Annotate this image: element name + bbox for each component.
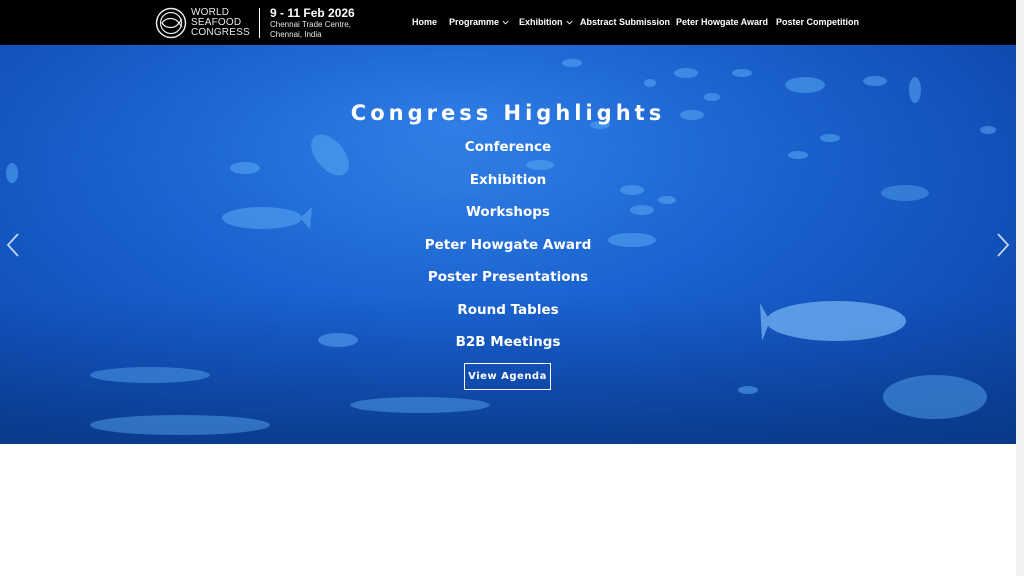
highlight-b2b-meetings: B2B Meetings [455, 334, 561, 350]
logo-text: WORLD SEAFOOD CONGRESS [191, 8, 250, 38]
highlight-workshops: Workshops [466, 204, 550, 220]
event-info: 9 - 11 Feb 2026 Chennai Trade Centre, Ch… [270, 6, 355, 40]
hero-title: Congress Highlights [350, 101, 666, 125]
fish-logo-icon [155, 7, 187, 39]
highlight-round-tables: Round Tables [457, 302, 559, 318]
logo-line-3: CONGRESS [191, 27, 250, 38]
highlight-poster-presentations: Poster Presentations [427, 269, 589, 285]
view-agenda-button[interactable]: View Agenda [464, 363, 551, 390]
nav-item-label: Exhibition [519, 17, 563, 27]
logo-divider [259, 8, 260, 38]
nav-item-abstract-submission[interactable]: Abstract Submission [580, 17, 670, 27]
event-date: 9 - 11 Feb 2026 [270, 6, 355, 20]
nav-item-label: Peter Howgate Award [676, 17, 769, 27]
nav-item-label: Abstract Submission [580, 17, 671, 27]
hero-slider: Congress Highlights Conference Exhibitio… [0, 45, 1016, 444]
chevron-right-icon[interactable] [995, 231, 1011, 259]
nav-item-label: Home [412, 17, 438, 27]
chevron-down-icon [502, 20, 509, 24]
nav-item-label: Programme [449, 17, 500, 27]
nav-item-peter-howgate-award[interactable]: Peter Howgate Award [676, 17, 768, 27]
nav-item-programme[interactable]: Programme [449, 17, 509, 27]
highlight-conference: Conference [464, 139, 552, 155]
top-navigation-bar: WORLD SEAFOOD CONGRESS 9 - 11 Feb 2026 C… [0, 0, 1016, 45]
chevron-down-icon [566, 20, 572, 24]
nav-item-exhibition[interactable]: Exhibition [519, 17, 573, 27]
site-logo[interactable]: WORLD SEAFOOD CONGRESS [155, 5, 250, 41]
highlight-exhibition: Exhibition [469, 172, 547, 188]
highlight-peter-howgate-award: Peter Howgate Award [424, 237, 592, 253]
nav-item-poster-competition[interactable]: Poster Competition [776, 17, 859, 27]
event-venue-line-1: Chennai Trade Centre, [270, 20, 351, 29]
nav-item-label: Poster Competition [776, 17, 860, 27]
page-scrollbar[interactable] [1016, 0, 1024, 576]
nav-item-home[interactable]: Home [412, 17, 437, 27]
chevron-left-icon[interactable] [5, 231, 21, 259]
event-venue-line-2: Chennai, India [270, 30, 322, 39]
